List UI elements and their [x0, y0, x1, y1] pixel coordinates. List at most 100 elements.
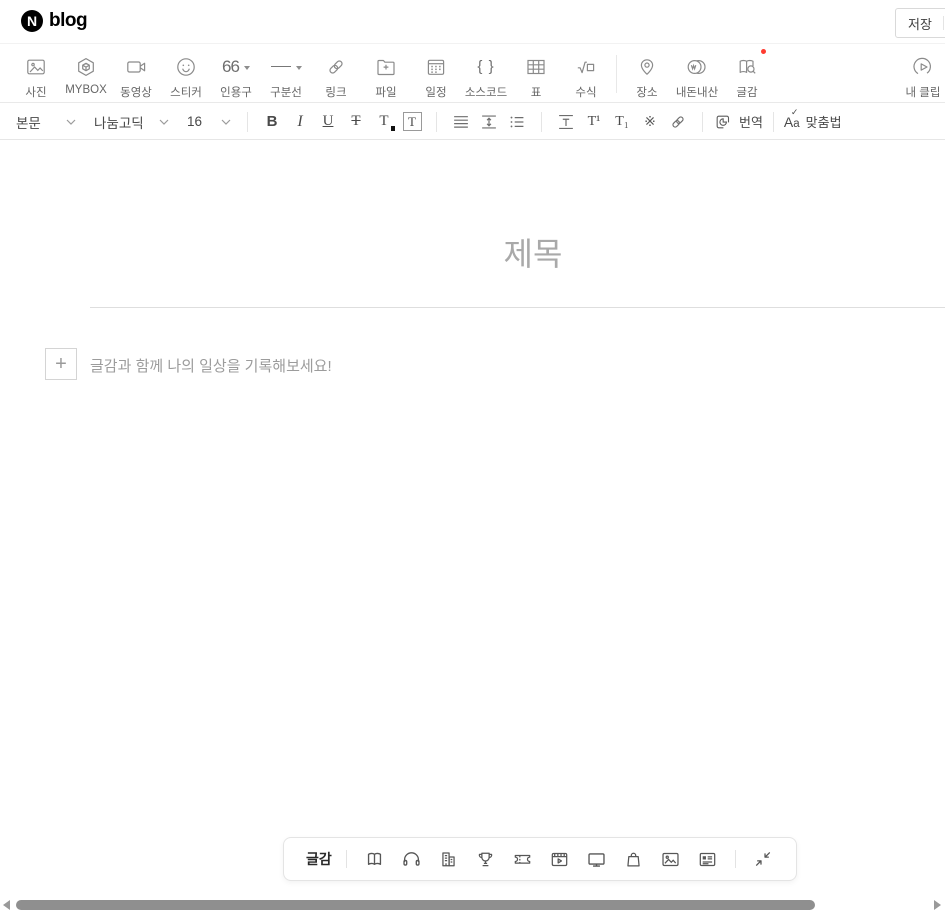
book-icon — [363, 848, 386, 871]
building-icon — [437, 848, 460, 871]
headphones-icon — [400, 848, 423, 871]
format-toolbar-divider — [702, 112, 703, 132]
highlight-color-button[interactable]: T — [398, 109, 426, 135]
topic-movie-button[interactable] — [541, 841, 578, 877]
spellcheck-label: 맞춤법 — [806, 112, 842, 131]
scroll-right-arrow[interactable] — [934, 900, 941, 910]
link-icon — [324, 53, 348, 80]
movie-icon — [548, 848, 571, 871]
insert-mybox-button[interactable]: MYBOX — [61, 53, 111, 96]
naver-n-icon: N — [21, 10, 43, 32]
shopping-bag-icon — [622, 848, 645, 871]
insert-divider-button[interactable]: 구분선 — [261, 53, 311, 100]
title-input-placeholder[interactable]: 제목 — [90, 229, 945, 275]
list-button[interactable] — [503, 109, 531, 135]
superscript-button[interactable]: T¹ — [580, 109, 608, 135]
topic-book-button[interactable] — [356, 841, 393, 877]
video-icon — [124, 53, 148, 80]
insert-schedule-button[interactable]: 일정 — [411, 53, 461, 100]
topic-performance-button[interactable] — [504, 841, 541, 877]
topic-sports-button[interactable] — [467, 841, 504, 877]
horizontal-scrollbar-thumb[interactable] — [16, 900, 815, 910]
special-char-button[interactable]: ※ — [636, 109, 664, 135]
subscript-button[interactable]: T₁ — [608, 109, 636, 135]
chevron-down-icon — [221, 119, 231, 125]
insert-item-label: 파일 — [375, 84, 396, 100]
news-icon — [696, 848, 719, 871]
save-button[interactable]: 저장 — [895, 8, 945, 38]
bold-button[interactable]: B — [258, 109, 286, 135]
schedule-icon — [424, 53, 448, 80]
insert-my-money-button[interactable]: 내돈내산 — [672, 53, 722, 100]
scroll-left-arrow[interactable] — [3, 900, 10, 910]
title-divider-line — [90, 307, 945, 308]
paragraph-style-value: 본문 — [16, 112, 41, 132]
format-toolbar-divider — [773, 112, 774, 132]
paragraph-spacing-button[interactable] — [552, 109, 580, 135]
insert-item-label: 글감 — [736, 84, 757, 100]
insert-item-label: 장소 — [636, 84, 657, 100]
add-content-button[interactable]: + — [45, 348, 77, 380]
topic-icon — [735, 53, 759, 80]
italic-button[interactable]: I — [286, 109, 314, 135]
format-toolbar-divider — [436, 112, 437, 132]
tv-icon — [585, 848, 608, 871]
insert-sticker-button[interactable]: 스티커 — [161, 53, 211, 100]
insert-item-label: 링크 — [325, 84, 346, 100]
insert-sourcecode-button[interactable]: { } 소스코드 — [461, 53, 511, 100]
insert-formula-button[interactable]: 수식 — [561, 53, 611, 100]
topic-music-button[interactable] — [393, 841, 430, 877]
insert-toolbar: 사진 MYBOX 동영상 스 — [0, 45, 945, 103]
insert-item-label: 구분선 — [270, 84, 302, 100]
spellcheck-button[interactable]: Aa ✓ 맞춤법 — [784, 112, 842, 131]
collapse-icon — [752, 848, 774, 870]
file-icon — [374, 53, 398, 80]
insert-topic-button[interactable]: 글감 — [722, 53, 772, 100]
format-toolbar-divider — [247, 112, 248, 132]
font-color-button[interactable]: T — [370, 109, 398, 135]
insert-video-button[interactable]: 동영상 — [111, 53, 161, 100]
insert-link-text-button[interactable] — [664, 109, 692, 135]
my-money-icon — [684, 53, 710, 80]
topic-news-button[interactable] — [689, 841, 726, 877]
translate-button[interactable]: 번역 — [713, 112, 763, 132]
topic-floating-bar: 글감 — [283, 837, 797, 881]
body-input-placeholder[interactable]: 글감과 함께 나의 일상을 기록해보세요! — [90, 355, 332, 376]
naver-blog-logo[interactable]: N blog — [21, 10, 87, 32]
align-button[interactable] — [447, 109, 475, 135]
font-family-dropdown[interactable]: 나눔고딕 — [94, 112, 169, 132]
insert-item-label: 내돈내산 — [676, 84, 718, 100]
strikethrough-button[interactable]: T — [342, 109, 370, 135]
chevron-down-icon — [244, 66, 250, 70]
topic-bar-label[interactable]: 글감 — [306, 849, 332, 869]
insert-item-label: 사진 — [25, 84, 46, 100]
topic-company-button[interactable] — [430, 841, 467, 877]
insert-table-button[interactable]: 표 — [511, 53, 561, 100]
quote-icon: 66 — [222, 53, 250, 80]
insert-file-button[interactable]: 파일 — [361, 53, 411, 100]
paragraph-style-dropdown[interactable]: 본문 — [16, 112, 76, 132]
topic-bar-divider — [346, 850, 347, 868]
topic-photo-button[interactable] — [652, 841, 689, 877]
font-size-dropdown[interactable]: 16 — [187, 114, 231, 129]
insert-toolbar-divider — [616, 55, 617, 93]
font-family-value: 나눔고딕 — [94, 112, 144, 132]
ticket-icon — [511, 848, 534, 871]
insert-my-clip-button[interactable]: 내 클립 — [894, 53, 945, 100]
topic-tv-button[interactable] — [578, 841, 615, 877]
blog-logo-text: blog — [49, 10, 87, 32]
chevron-down-icon — [159, 119, 169, 125]
translate-label: 번역 — [739, 112, 763, 131]
format-toolbar: 본문 나눔고딕 16 B I U T T T — [0, 104, 945, 140]
underline-button[interactable]: U — [314, 109, 342, 135]
collapse-bar-button[interactable] — [745, 841, 782, 877]
insert-place-button[interactable]: 장소 — [622, 53, 672, 100]
line-height-button[interactable] — [475, 109, 503, 135]
bullet-list-icon — [506, 111, 528, 133]
mybox-icon — [74, 53, 98, 80]
translate-icon — [713, 112, 733, 132]
insert-quote-button[interactable]: 66 인용구 — [211, 53, 261, 100]
insert-link-button[interactable]: 링크 — [311, 53, 361, 100]
insert-photo-button[interactable]: 사진 — [11, 53, 61, 100]
topic-shopping-button[interactable] — [615, 841, 652, 877]
